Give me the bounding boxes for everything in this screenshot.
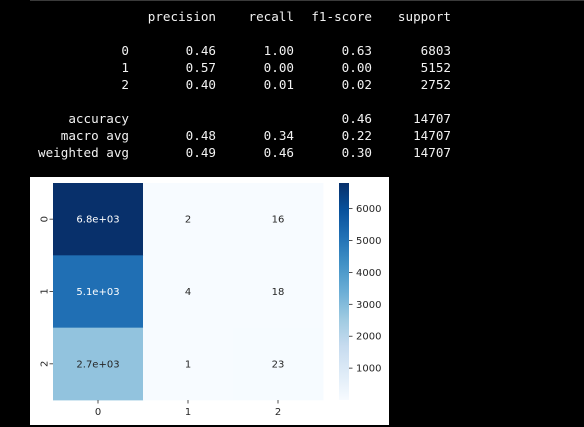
f1-score-value: 0.46 [341, 111, 372, 126]
cell-annotation: 23 [272, 359, 285, 370]
precision-value: 0.49 [185, 145, 216, 160]
header-precision: precision [147, 9, 216, 24]
cell-annotation: 2.7e+03 [76, 359, 119, 370]
colorbar-tick-label: 3000 [356, 300, 381, 311]
y-tick-label: 1 [40, 288, 51, 294]
class-label: 0 [121, 43, 129, 58]
recall-value: 0.34 [263, 128, 294, 143]
confusion-matrix-figure: 6.8e+03 2 16 5.1e+03 4 18 2.7e+03 1 23 0 1 2 0 1 2 1… [30, 177, 389, 425]
cell-annotation: 2 [185, 215, 191, 226]
summary-label: accuracy [68, 111, 129, 126]
report-weighted-avg-row: weighted avg 0.49 0.46 0.30 14707 [30, 144, 584, 161]
recall-value: 0.46 [263, 145, 294, 160]
support-value: 6803 [420, 43, 451, 58]
y-axis-ticks: 0 1 2 [40, 216, 53, 367]
precision-value: 0.40 [185, 77, 216, 92]
class-label: 1 [121, 60, 129, 75]
report-header-row: precision recall f1-score support [30, 8, 584, 25]
x-axis-ticks: 0 1 2 [95, 399, 281, 418]
summary-label: weighted avg [38, 145, 129, 160]
y-tick-label: 2 [40, 361, 51, 367]
precision-value: 0.57 [185, 60, 216, 75]
cell-annotation: 6.8e+03 [76, 215, 119, 226]
classification-report: precision recall f1-score support 0 0.46… [30, 8, 584, 168]
recall-value: 0.01 [263, 77, 294, 92]
colorbar-ticks: 1000 2000 3000 4000 5000 6000 [349, 204, 381, 375]
colorbar-tick-label: 1000 [356, 364, 381, 375]
colorbar-tick-label: 4000 [356, 268, 381, 279]
colorbar-tick-label: 2000 [356, 332, 381, 343]
colorbar-tick-label: 6000 [356, 204, 381, 215]
support-value: 5152 [420, 60, 451, 75]
x-tick-label: 1 [185, 407, 191, 418]
colorbar [339, 183, 349, 400]
cell-annotation: 16 [272, 215, 285, 226]
report-class-row-0: 0 0.46 1.00 0.63 6803 [30, 42, 584, 59]
support-value: 14707 [413, 145, 451, 160]
y-tick-label: 0 [40, 216, 51, 222]
cell-annotation: 4 [185, 287, 191, 298]
header-recall: recall [248, 9, 295, 24]
f1-score-value: 0.22 [341, 128, 372, 143]
support-value: 2752 [420, 77, 451, 92]
report-class-row-2: 2 0.40 0.01 0.02 2752 [30, 76, 584, 93]
output-top-divider [30, 0, 584, 1]
precision-value: 0.46 [185, 43, 216, 58]
recall-value: 1.00 [263, 43, 294, 58]
f1-score-value: 0.63 [341, 43, 372, 58]
support-value: 14707 [413, 111, 451, 126]
report-accuracy-row: accuracy 0.46 14707 [30, 110, 584, 127]
header-support: support [397, 9, 451, 24]
x-tick-label: 2 [275, 407, 281, 418]
confusion-matrix-heatmap: 6.8e+03 2 16 5.1e+03 4 18 2.7e+03 1 23 0 1 2 0 1 2 1… [40, 183, 381, 418]
cell-annotation: 1 [185, 359, 191, 370]
header-f1-score: f1-score [311, 9, 372, 24]
support-value: 14707 [413, 128, 451, 143]
summary-label: macro avg [60, 128, 129, 143]
report-macro-avg-row: macro avg 0.48 0.34 0.22 14707 [30, 127, 584, 144]
colorbar-tick-label: 5000 [356, 236, 381, 247]
class-label: 2 [121, 77, 129, 92]
report-class-row-1: 1 0.57 0.00 0.00 5152 [30, 59, 584, 76]
f1-score-value: 0.30 [341, 145, 372, 160]
f1-score-value: 0.02 [341, 77, 372, 92]
f1-score-value: 0.00 [341, 60, 372, 75]
cell-annotation: 5.1e+03 [76, 287, 119, 298]
x-tick-label: 0 [95, 407, 101, 418]
recall-value: 0.00 [263, 60, 294, 75]
precision-value: 0.48 [185, 128, 216, 143]
cell-annotation: 18 [272, 287, 285, 298]
